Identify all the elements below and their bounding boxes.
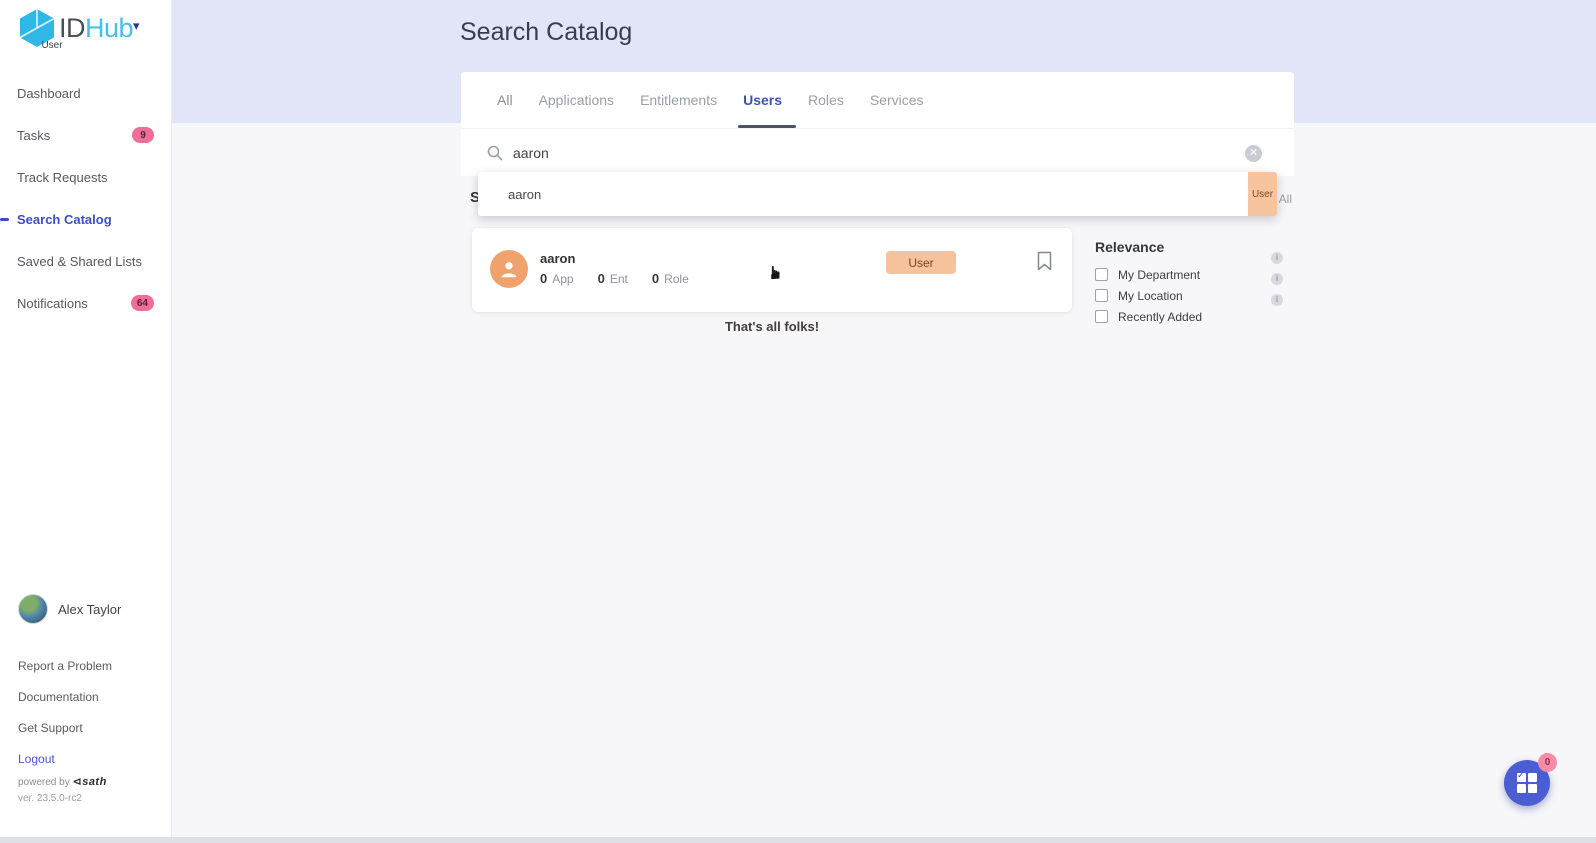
current-user[interactable]: Alex Taylor xyxy=(18,594,121,624)
result-name: aaron xyxy=(540,251,575,266)
sidebar-item-dashboard[interactable]: Dashboard xyxy=(0,72,172,114)
sidebar-item-label: Notifications xyxy=(17,296,88,311)
stat-ent-count: 0 xyxy=(598,271,605,286)
info-icon[interactable]: i xyxy=(1271,294,1283,306)
documentation-link[interactable]: Documentation xyxy=(18,681,112,712)
end-of-results-message: That's all folks! xyxy=(472,319,1072,334)
sidebar-item-label: Dashboard xyxy=(17,86,81,101)
stat-role-label: Role xyxy=(664,272,689,286)
filter-my-department: My Department xyxy=(1095,264,1295,285)
clear-search-icon[interactable]: ✕ xyxy=(1245,145,1262,162)
stat-app: 0 App xyxy=(540,271,574,286)
fab-count-badge: 0 xyxy=(1538,753,1557,772)
bookmark-icon[interactable] xyxy=(1037,251,1052,271)
notifications-count-badge: 64 xyxy=(131,295,154,311)
autocomplete-suggestion[interactable]: aaron User xyxy=(478,172,1277,216)
report-problem-link[interactable]: Report a Problem xyxy=(18,650,112,681)
recently-added-label: Recently Added xyxy=(1118,310,1202,324)
search-input[interactable] xyxy=(513,145,1294,161)
relevance-info-icons: i i i xyxy=(1271,252,1283,315)
brand-role-label: User xyxy=(0,40,104,51)
get-support-link[interactable]: Get Support xyxy=(18,712,112,743)
version-label: ver. 23.5.0-rc2 xyxy=(18,793,82,804)
sath-logo: ⊲sath xyxy=(72,776,106,788)
filter-recently-added: Recently Added xyxy=(1095,306,1295,327)
bottom-edge-strip xyxy=(0,837,1596,843)
tab-applications[interactable]: Applications xyxy=(539,92,615,108)
sidebar-footer-links: Report a Problem Documentation Get Suppo… xyxy=(18,650,112,774)
sidebar-item-label: Track Requests xyxy=(17,170,108,185)
tab-roles[interactable]: Roles xyxy=(808,92,844,108)
tab-entitlements[interactable]: Entitlements xyxy=(640,92,717,108)
filter-my-location: My Location xyxy=(1095,285,1295,306)
sidebar-item-saved-shared-lists[interactable]: Saved & Shared Lists xyxy=(0,240,172,282)
app-root: Search Catalog Search Results Clear All … xyxy=(0,0,1596,843)
sidebar-nav: Dashboard Tasks 9 Track Requests Search … xyxy=(0,72,172,324)
relevance-panel: Relevance My Department My Location Rece… xyxy=(1095,239,1295,327)
my-department-label: My Department xyxy=(1118,268,1200,282)
sidebar-item-search-catalog[interactable]: Search Catalog xyxy=(0,198,172,240)
powered-by-text: powered by xyxy=(18,777,70,788)
grid-apps-icon: ✓ xyxy=(1517,773,1537,793)
tab-services[interactable]: Services xyxy=(870,92,924,108)
result-type-badge: User xyxy=(886,251,956,274)
suggestion-text: aaron xyxy=(508,187,541,202)
logout-link[interactable]: Logout xyxy=(18,743,112,774)
brand-name: IDHub xyxy=(59,13,133,44)
catalog-tabs: All Applications Entitlements Users Role… xyxy=(461,72,1294,128)
sidebar-item-tasks[interactable]: Tasks 9 xyxy=(0,114,172,156)
stat-ent-label: Ent xyxy=(610,272,628,286)
recently-added-checkbox[interactable] xyxy=(1095,310,1108,323)
result-card[interactable]: aaron 0 App 0 Ent 0 Role ☛ User xyxy=(472,228,1072,312)
stat-app-label: App xyxy=(552,272,573,286)
relevance-title: Relevance xyxy=(1095,239,1295,255)
my-location-checkbox[interactable] xyxy=(1095,289,1108,302)
powered-by: powered by ⊲sath xyxy=(18,775,107,788)
stat-app-count: 0 xyxy=(540,271,547,286)
sidebar: IDHub ▾ User Dashboard Tasks 9 Track Req… xyxy=(0,0,172,843)
brand-hub: Hub xyxy=(85,13,133,43)
search-row: ✕ xyxy=(461,128,1294,176)
search-panel: All Applications Entitlements Users Role… xyxy=(461,72,1294,176)
stat-role-count: 0 xyxy=(652,271,659,286)
stat-role: 0 Role xyxy=(652,271,689,286)
sidebar-item-label: Search Catalog xyxy=(17,212,112,227)
tab-all[interactable]: All xyxy=(497,92,513,108)
info-icon[interactable]: i xyxy=(1271,273,1283,285)
sidebar-item-label: Saved & Shared Lists xyxy=(17,254,142,269)
sidebar-item-notifications[interactable]: Notifications 64 xyxy=(0,282,172,324)
check-icon: ✓ xyxy=(1517,770,1525,781)
info-icon[interactable]: i xyxy=(1271,252,1283,264)
my-location-label: My Location xyxy=(1118,289,1183,303)
pointer-cursor-icon: ☛ xyxy=(766,264,787,280)
suggestion-type-badge: User xyxy=(1248,172,1277,216)
my-department-checkbox[interactable] xyxy=(1095,268,1108,281)
search-icon xyxy=(487,145,503,161)
active-item-dash xyxy=(0,218,9,221)
user-name: Alex Taylor xyxy=(58,602,121,617)
page-title: Search Catalog xyxy=(460,18,632,47)
brand-id: ID xyxy=(59,13,85,43)
user-avatar-icon xyxy=(490,250,528,288)
chevron-down-icon[interactable]: ▾ xyxy=(133,18,140,34)
tasks-count-badge: 9 xyxy=(132,127,154,143)
stat-ent: 0 Ent xyxy=(598,271,628,286)
user-photo-avatar xyxy=(18,594,48,624)
result-stats: 0 App 0 Ent 0 Role xyxy=(540,271,689,286)
sidebar-item-label: Tasks xyxy=(17,128,50,143)
tab-users[interactable]: Users xyxy=(743,92,782,108)
sidebar-item-track-requests[interactable]: Track Requests xyxy=(0,156,172,198)
